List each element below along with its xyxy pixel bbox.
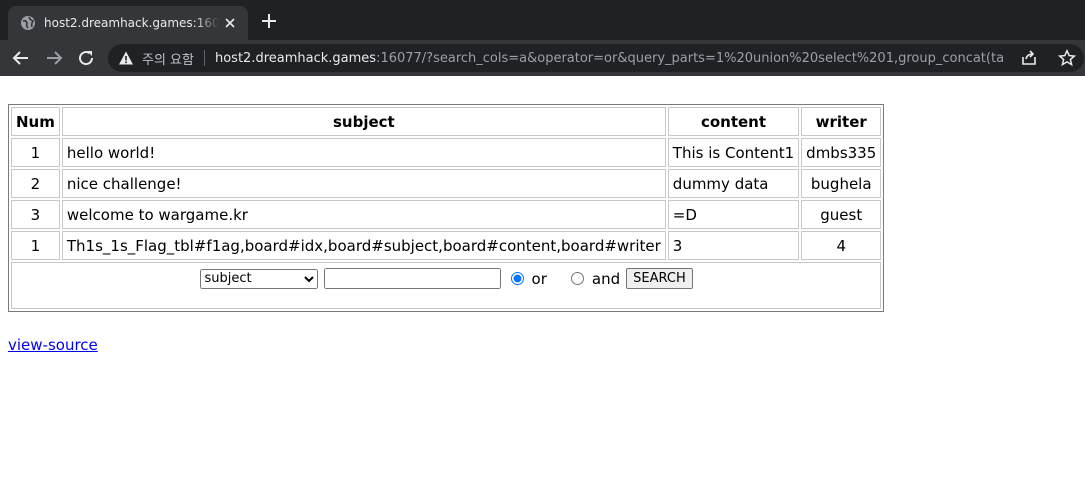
header-content: content [667, 107, 800, 136]
address-bar[interactable]: 주의 요함 host2.dreamhack.games:16077/?searc… [108, 44, 1084, 72]
search-input[interactable] [323, 268, 501, 289]
operator-or-label: or [531, 269, 547, 288]
search-button[interactable]: SEARCH [626, 268, 693, 289]
warning-icon[interactable] [118, 50, 134, 66]
security-warning-text[interactable]: 주의 요함 [142, 49, 194, 68]
globe-icon [21, 16, 35, 30]
cell-num: 3 [11, 200, 60, 229]
bookmark-star-icon[interactable] [1058, 49, 1076, 67]
cell-num: 1 [11, 138, 60, 167]
table-header-row: Num subject content writer [11, 107, 882, 136]
cell-content: 3 [667, 231, 800, 260]
url-text[interactable]: host2.dreamhack.games:16077/?search_cols… [215, 51, 1005, 66]
table-row: 1 Th1s_1s_Flag_tbl#f1ag,board#idx,board#… [11, 231, 882, 260]
table-row: 3 welcome to wargame.kr =D guest [11, 200, 882, 229]
new-tab-icon[interactable] [260, 12, 278, 30]
search-form: subject or and SEARCH [11, 262, 882, 309]
reload-icon[interactable] [77, 49, 95, 67]
header-num: Num [11, 107, 60, 136]
share-icon[interactable] [1020, 49, 1038, 67]
browser-toolbar: 주의 요함 host2.dreamhack.games:16077/?searc… [0, 40, 1085, 76]
forward-arrow-icon[interactable] [45, 49, 63, 67]
address-bar-actions [1020, 49, 1076, 67]
header-subject: subject [61, 107, 666, 136]
page-content: Num subject content writer 1 hello world… [8, 104, 885, 312]
cell-num: 2 [11, 169, 60, 198]
table-row: 2 nice challenge! dummy data bughela [11, 169, 882, 198]
cell-writer: 4 [801, 231, 882, 260]
cell-writer: bughela [801, 169, 882, 198]
cell-subject: welcome to wargame.kr [61, 200, 666, 229]
operator-and-label: and [591, 269, 621, 288]
tab-title: host2.dreamhack.games:16077/? [44, 16, 220, 30]
back-arrow-icon[interactable] [12, 49, 30, 67]
url-host: host2.dreamhack.games [214, 50, 377, 66]
cell-subject: hello world! [61, 138, 666, 167]
operator-or-radio[interactable] [510, 272, 524, 285]
board-table: Num subject content writer 1 hello world… [8, 104, 885, 312]
cell-writer: guest [801, 200, 882, 229]
header-writer: writer [801, 107, 882, 136]
cell-subject: nice challenge! [61, 169, 666, 198]
cell-content: =D [667, 200, 800, 229]
browser-tab[interactable]: host2.dreamhack.games:16077/? [8, 6, 248, 40]
cell-content: This is Content1 [667, 138, 800, 167]
cell-num: 1 [11, 231, 60, 260]
url-path: :16077/?search_cols=a&operator=or&query_… [376, 50, 1005, 66]
view-source-link[interactable]: view-source [8, 336, 98, 354]
browser-tab-bar: host2.dreamhack.games:16077/? [0, 0, 1085, 40]
address-separator [203, 50, 205, 66]
cell-content: dummy data [667, 169, 800, 198]
cell-subject: Th1s_1s_Flag_tbl#f1ag,board#idx,board#su… [61, 231, 666, 260]
table-row: 1 hello world! This is Content1 dmbs335 [11, 138, 882, 167]
cell-writer: dmbs335 [801, 138, 882, 167]
search-form-row: subject or and SEARCH [11, 262, 882, 309]
operator-and-radio[interactable] [570, 272, 584, 285]
close-icon[interactable] [222, 15, 238, 31]
search-column-select[interactable]: subject [199, 268, 318, 289]
